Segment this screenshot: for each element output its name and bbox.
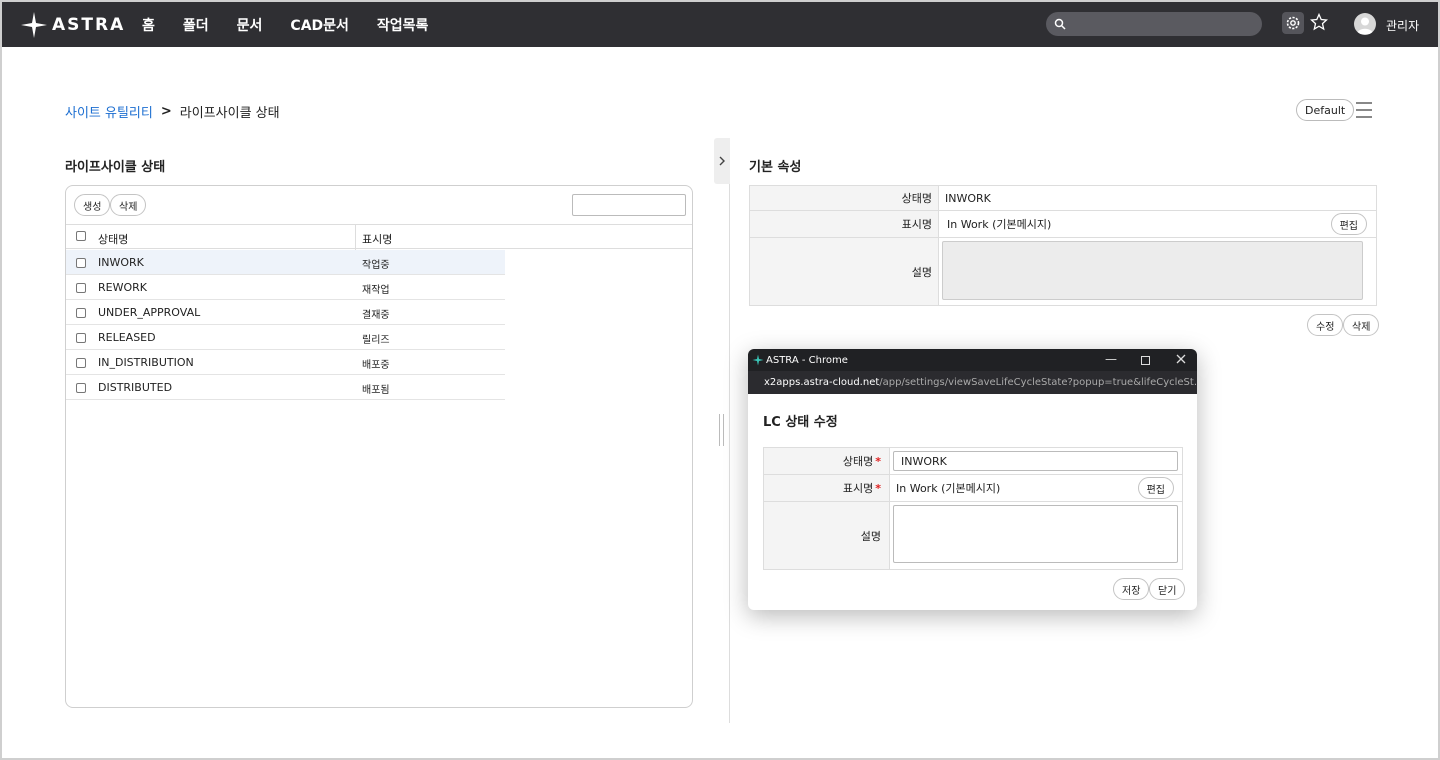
row-display-name: 배포중 xyxy=(362,360,390,371)
list-filter-input[interactable] xyxy=(572,194,686,216)
select-all-checkbox[interactable] xyxy=(76,231,86,241)
row-checkbox[interactable] xyxy=(76,283,86,293)
description-label: 설명 xyxy=(750,238,939,305)
row-state-name: UNDER_APPROVAL xyxy=(98,306,201,319)
row-display-name: 배포됨 xyxy=(362,385,390,396)
popup-address-bar[interactable]: x2apps.astra-cloud.net /app/settings/vie… xyxy=(748,371,1197,394)
minimize-icon[interactable]: — xyxy=(1105,352,1117,366)
collapse-panel-button[interactable] xyxy=(714,138,730,184)
nav-document[interactable]: 문서 xyxy=(237,15,263,35)
column-header-name[interactable]: 상태명 xyxy=(98,231,128,247)
lifecycle-list-panel: 생성 삭제 상태명 표시명 INWORK 작업중 REWORK 재작업 UNDE… xyxy=(65,185,693,708)
row-display-name: 결재중 xyxy=(362,310,390,321)
table-row[interactable]: UNDER_APPROVAL 결재중 xyxy=(66,300,505,325)
description-textarea[interactable] xyxy=(893,505,1178,563)
row-display-name: 재작업 xyxy=(362,285,390,296)
state-name-label: 상태명 xyxy=(750,186,939,210)
description-cell xyxy=(939,238,1376,305)
required-mark: * xyxy=(875,481,881,495)
row-checkbox[interactable] xyxy=(76,333,86,343)
popup-title-bar: ASTRA - Chrome — xyxy=(748,349,1197,371)
row-checkbox[interactable] xyxy=(76,383,86,393)
lifecycle-list-title: 라이프사이클 상태 xyxy=(65,160,166,175)
display-name-label: 표시명 xyxy=(750,211,939,237)
form-display-name-value: In Work (기본메시지) xyxy=(896,482,1001,495)
breadcrumb-separator: > xyxy=(160,104,172,119)
form-edit-display-button[interactable]: 편집 xyxy=(1137,477,1174,499)
gear-icon xyxy=(1286,16,1300,30)
delete-state-button[interactable]: 삭제 xyxy=(1343,314,1380,336)
state-name-input[interactable]: INWORK xyxy=(893,451,1178,471)
display-name-value: In Work (기본메시지) xyxy=(947,218,1052,231)
breadcrumb-current: 라이프사이클 상태 xyxy=(179,106,280,121)
nav-folder[interactable]: 폴더 xyxy=(183,15,209,35)
url-host: x2apps.astra-cloud.net xyxy=(764,377,880,388)
table-row[interactable]: REWORK 재작업 xyxy=(66,275,505,300)
form-description-label: 설명 xyxy=(764,502,890,569)
maximize-icon[interactable] xyxy=(1141,354,1150,368)
nav-home[interactable]: 홈 xyxy=(142,15,155,35)
form-state-name-label: 상태명 * xyxy=(764,448,890,474)
main-nav: 홈 폴더 문서 CAD문서 작업목록 xyxy=(142,2,456,47)
search-icon xyxy=(1054,18,1066,30)
grid-header: 상태명 표시명 xyxy=(66,224,692,250)
breadcrumb-parent-link[interactable]: 사이트 유틸리티 xyxy=(65,102,153,121)
edit-state-popup-window: ASTRA - Chrome — x2apps.astra-cloud.net … xyxy=(748,349,1197,610)
display-name-cell: In Work (기본메시지) 편집 xyxy=(939,211,1376,237)
table-row[interactable]: INWORK 작업중 xyxy=(66,250,505,275)
chevron-right-icon xyxy=(719,156,725,166)
avatar[interactable] xyxy=(1354,13,1376,35)
top-nav-bar: ASTRA 홈 폴더 문서 CAD문서 작업목록 관리자 xyxy=(2,2,1438,47)
global-search-input[interactable] xyxy=(1046,12,1262,36)
delete-button[interactable]: 삭제 xyxy=(110,194,147,216)
edit-display-button[interactable]: 편집 xyxy=(1330,213,1367,235)
url-path: /app/settings/viewSaveLifeCycleState?pop… xyxy=(879,377,1197,388)
logo-text: ASTRA xyxy=(52,15,126,35)
astra-small-icon xyxy=(752,354,764,366)
row-state-name: INWORK xyxy=(98,256,144,269)
required-mark: * xyxy=(875,454,881,468)
basic-properties-table: 상태명 INWORK 표시명 In Work (기본메시지) 편집 설명 xyxy=(749,185,1377,306)
row-state-name: DISTRIBUTED xyxy=(98,381,173,394)
column-header-display[interactable]: 표시명 xyxy=(362,231,392,247)
logo[interactable]: ASTRA xyxy=(20,11,125,39)
popup-window-title: ASTRA - Chrome xyxy=(766,354,848,366)
save-button[interactable]: 저장 xyxy=(1113,578,1150,600)
default-view-button[interactable]: Default xyxy=(1296,99,1355,121)
table-row[interactable]: RELEASED 릴리즈 xyxy=(66,325,505,350)
row-state-name: RELEASED xyxy=(98,331,156,344)
settings-button[interactable] xyxy=(1282,12,1304,34)
row-state-name: REWORK xyxy=(98,281,147,294)
state-name-value: INWORK xyxy=(945,191,991,205)
splitter-grip[interactable] xyxy=(719,414,724,446)
popup-heading: LC 상태 수정 xyxy=(763,415,838,430)
row-checkbox[interactable] xyxy=(76,358,86,368)
row-display-name: 작업중 xyxy=(362,260,390,271)
hamburger-menu-icon[interactable] xyxy=(1356,102,1372,123)
row-checkbox[interactable] xyxy=(76,258,86,268)
description-readonly-box xyxy=(942,241,1363,300)
breadcrumb: 사이트 유틸리티 > 라이프사이클 상태 xyxy=(65,102,280,121)
form-display-name-label: 표시명 * xyxy=(764,475,890,501)
create-button[interactable]: 생성 xyxy=(74,194,111,216)
column-divider xyxy=(355,225,356,250)
astra-star-icon xyxy=(21,12,47,38)
row-state-name: IN_DISTRIBUTION xyxy=(98,356,194,369)
row-display-name: 릴리즈 xyxy=(362,335,390,346)
close-window-icon[interactable] xyxy=(1176,353,1186,367)
panel-splitter[interactable] xyxy=(729,138,730,723)
table-row[interactable]: DISTRIBUTED 배포됨 xyxy=(66,375,505,400)
basic-properties-title: 기본 속성 xyxy=(749,160,802,175)
modify-button[interactable]: 수정 xyxy=(1307,314,1344,336)
user-name[interactable]: 관리자 xyxy=(1386,17,1419,34)
nav-cad-document[interactable]: CAD문서 xyxy=(290,15,349,35)
star-icon[interactable] xyxy=(1310,13,1328,31)
nav-worklist[interactable]: 작업목록 xyxy=(377,15,429,35)
row-checkbox[interactable] xyxy=(76,308,86,318)
user-icon xyxy=(1357,17,1373,34)
close-button[interactable]: 닫기 xyxy=(1149,578,1186,600)
edit-state-form: 상태명 * INWORK 표시명 * In Work (기본메시지) 편집 설명 xyxy=(763,447,1183,570)
table-row[interactable]: IN_DISTRIBUTION 배포중 xyxy=(66,350,505,375)
